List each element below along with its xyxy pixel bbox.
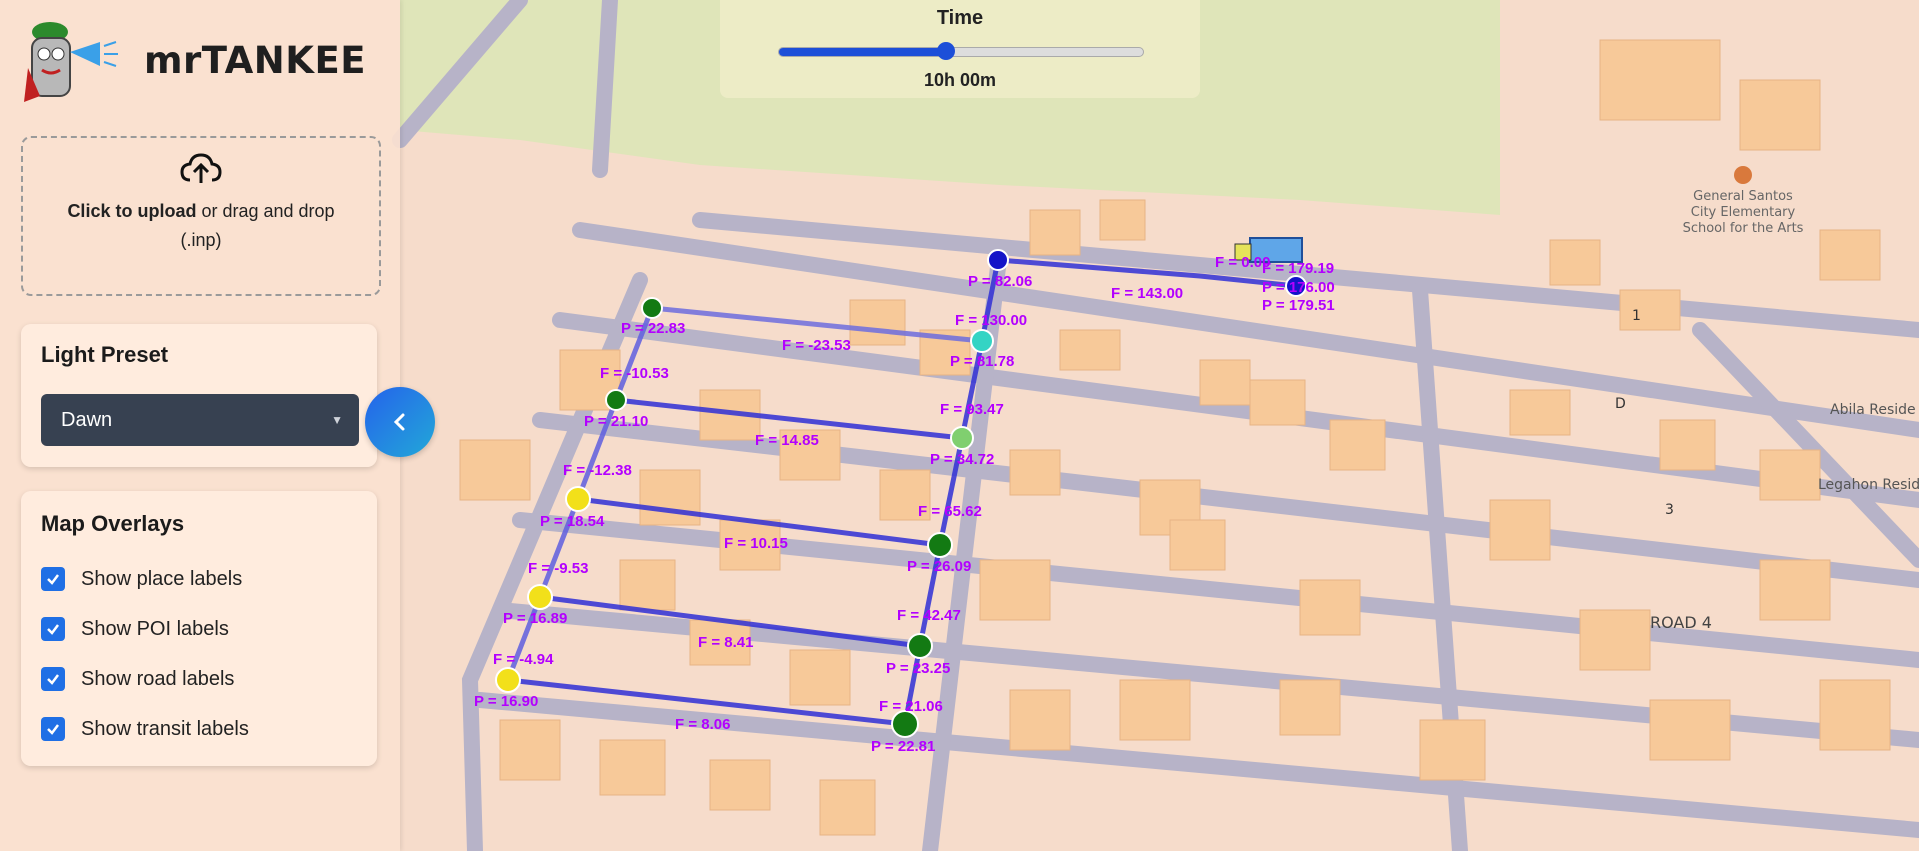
flow-label: F = 14.85	[755, 432, 819, 449]
flow-label: F = 8.06	[675, 716, 730, 733]
map-overlays-heading: Map Overlays	[41, 511, 185, 536]
pressure-label: P = 179.51	[1262, 297, 1335, 314]
poi-label: General Santos	[1693, 189, 1793, 204]
flow-label: F = 130.00	[955, 312, 1027, 329]
flow-label: F = 65.62	[918, 503, 982, 520]
pressure-label: P = 82.06	[968, 273, 1032, 290]
poi-label: School for the Arts	[1683, 221, 1804, 236]
sidebar: mrTANKEE Click to upload or drag and dro…	[0, 0, 400, 851]
junction-node	[565, 486, 591, 512]
flow-label: F = -23.53	[782, 337, 851, 354]
junction-node	[495, 667, 521, 693]
junction-node	[907, 633, 933, 659]
road-label: 1	[1632, 308, 1641, 324]
junction-node	[527, 584, 553, 610]
overlay-option-poi-labels[interactable]: Show POI labels	[41, 617, 229, 641]
time-value: 10h 00m	[923, 70, 997, 90]
flow-label: F = 179.19	[1262, 260, 1334, 277]
checkbox-checked-icon[interactable]	[41, 617, 65, 641]
junction-node	[987, 249, 1009, 271]
road-label: ROAD 4	[1650, 613, 1712, 632]
file-upload-dropzone[interactable]: Click to upload or drag and drop (.inp)	[21, 136, 381, 296]
pressure-label: P = 22.81	[871, 738, 935, 755]
place-label: Abila Reside	[1830, 402, 1916, 418]
time-slider[interactable]	[778, 42, 1144, 60]
upload-link[interactable]: Click to upload	[67, 201, 196, 221]
chevron-left-icon	[393, 413, 405, 431]
junction-node	[641, 297, 663, 319]
app-logo: mrTANKEE	[20, 12, 366, 108]
flow-label: F = -10.53	[600, 365, 669, 382]
pressure-label: P = 34.72	[930, 451, 994, 468]
app-title: mrTANKEE	[144, 38, 366, 82]
checkbox-checked-icon[interactable]	[41, 717, 65, 741]
time-panel: Time 10h 00m	[720, 0, 1200, 98]
upload-rest-text: or drag and drop	[196, 201, 335, 221]
overlay-option-place-labels[interactable]: Show place labels	[41, 567, 242, 591]
flow-label: F = 21.06	[879, 698, 943, 715]
flow-label: F = 42.47	[897, 607, 961, 624]
pressure-label: P = 81.78	[950, 353, 1014, 370]
overlay-option-transit-labels[interactable]: Show transit labels	[41, 717, 249, 741]
cloud-upload-icon	[23, 152, 379, 191]
upload-instructions: Click to upload or drag and drop	[23, 201, 379, 222]
checkbox-checked-icon[interactable]	[41, 667, 65, 691]
flow-label: F = -9.53	[528, 560, 588, 577]
overlay-option-label: Show POI labels	[81, 617, 229, 640]
pressure-label: P = 176.00	[1262, 279, 1335, 296]
mascot-logo-icon	[24, 22, 118, 102]
road-label: D	[1615, 396, 1626, 412]
overlay-option-label: Show transit labels	[81, 717, 249, 740]
time-slider-thumb[interactable]	[937, 42, 956, 60]
place-label: Legahon Resid	[1818, 477, 1919, 493]
pressure-label: P = 21.10	[584, 413, 648, 430]
flow-label: F = 8.41	[698, 634, 753, 651]
flow-label: F = 93.47	[940, 401, 1004, 418]
light-preset-heading: Light Preset	[41, 342, 169, 367]
junction-node	[605, 389, 627, 411]
overlay-option-label: Show road labels	[81, 667, 235, 690]
school-poi-icon[interactable]	[1734, 166, 1752, 184]
chevron-down-icon: ▼	[331, 413, 343, 427]
pressure-label: P = 23.25	[886, 660, 950, 677]
checkbox-checked-icon[interactable]	[41, 567, 65, 591]
pressure-label: P = 16.90	[474, 693, 538, 710]
overlay-option-label: Show place labels	[81, 567, 243, 590]
pressure-label: P = 22.83	[621, 320, 685, 337]
junction-node	[970, 329, 994, 353]
light-preset-select[interactable]: Dawn ▼	[41, 394, 359, 446]
junction-node	[927, 532, 953, 558]
map-overlays-card: Map Overlays Show place labels Show POI …	[21, 491, 377, 766]
time-label: Time	[936, 7, 984, 29]
upload-extension: (.inp)	[180, 230, 222, 250]
junction-node	[950, 426, 974, 450]
pressure-label: P = 26.09	[907, 558, 971, 575]
flow-label: F = -4.94	[493, 651, 554, 668]
road-label: 3	[1665, 502, 1674, 518]
poi-label: City Elementary	[1691, 205, 1796, 220]
pressure-label: P = 18.54	[540, 513, 605, 530]
light-preset-card: Light Preset Dawn ▼	[21, 324, 377, 467]
overlay-option-road-labels[interactable]: Show road labels	[41, 667, 234, 691]
flow-label: F = -12.38	[563, 462, 632, 479]
flow-label: F = 10.15	[724, 535, 788, 552]
collapse-sidebar-button[interactable]	[365, 387, 435, 457]
light-preset-value: Dawn	[61, 409, 113, 431]
flow-label: F = 143.00	[1111, 285, 1183, 302]
pressure-label: P = 16.89	[503, 610, 567, 627]
time-slider-fill	[779, 48, 947, 56]
